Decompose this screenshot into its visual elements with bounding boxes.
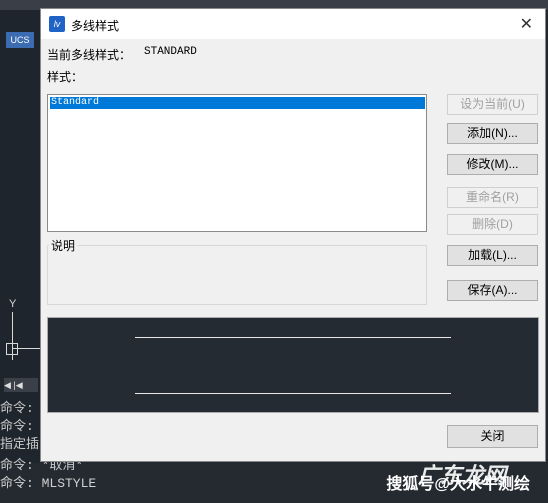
command-line[interactable]: 命令: MLSTYLE (0, 472, 96, 491)
modify-button[interactable]: 修改(M)... (447, 154, 538, 175)
ucs-icon[interactable]: UCS (6, 32, 34, 48)
load-button[interactable]: 加载(L)... (447, 245, 538, 266)
preview-line-top (135, 337, 451, 338)
watermark-text: 搜狐号@大水牛测绘 (386, 476, 530, 493)
current-style-value: STANDARD (144, 46, 197, 58)
multiline-style-dialog: lv 多线样式 ✕ 当前多线样式： STANDARD 样式： Standard … (40, 8, 546, 462)
description-label: 说明 (49, 237, 78, 254)
rename-button[interactable]: 重命名(R) (447, 187, 538, 208)
preview-pane (47, 317, 539, 413)
scroll-left-button[interactable]: ◀ |◀ (4, 378, 38, 392)
description-box (47, 245, 427, 305)
history-line: 指定插 (0, 437, 40, 452)
close-button[interactable]: 关闭 (447, 425, 538, 448)
history-line: 命令: (0, 419, 34, 434)
style-list-item[interactable]: Standard (50, 97, 425, 109)
set-current-button[interactable]: 设为当前(U) (447, 94, 538, 115)
origin-box-icon (6, 343, 18, 355)
close-icon[interactable]: ✕ (520, 14, 533, 34)
styles-label: 样式： (47, 70, 84, 84)
title-bar[interactable]: lv 多线样式 ✕ (41, 9, 545, 39)
style-list[interactable]: Standard (47, 94, 427, 232)
current-style-label: 当前多线样式： (47, 48, 132, 62)
app-icon: lv (49, 16, 65, 32)
dialog-title: 多线样式 (71, 19, 120, 33)
add-button[interactable]: 添加(N)... (447, 123, 538, 144)
delete-button[interactable]: 删除(D) (447, 214, 538, 235)
history-line: 命令: (0, 401, 34, 416)
preview-line-bottom (135, 393, 451, 394)
y-axis-label: Y (9, 298, 17, 310)
save-button[interactable]: 保存(A)... (447, 280, 538, 301)
